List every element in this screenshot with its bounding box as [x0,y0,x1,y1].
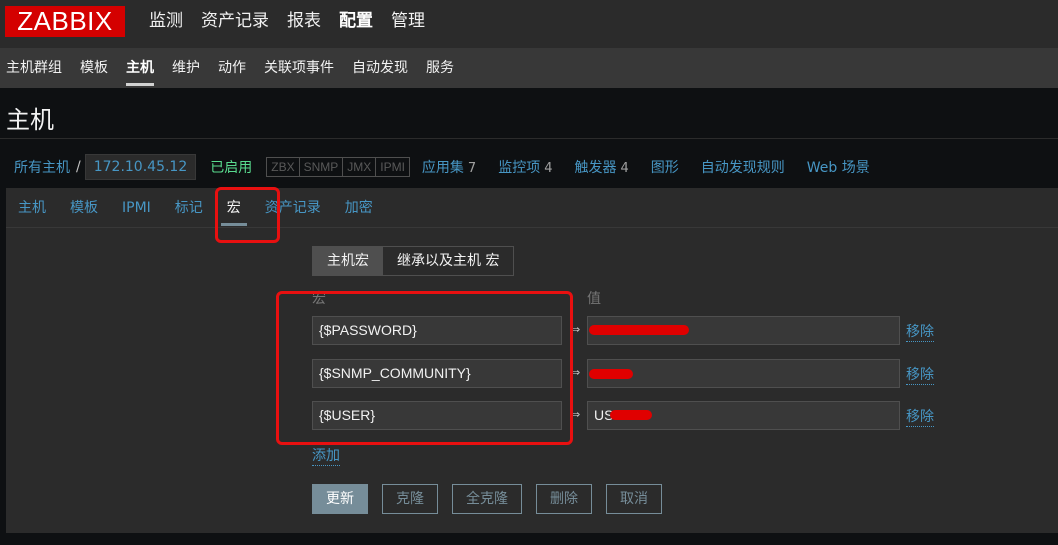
menu-reports[interactable]: 报表 [278,0,330,42]
submenu-hosts[interactable]: 主机 [120,48,160,88]
form-buttons: 更新 克隆 全克隆 删除 取消 [312,484,676,514]
remove-macro-button[interactable]: 移除 [906,406,934,427]
delete-button[interactable]: 删除 [536,484,592,514]
arrow-icon: ⇒ [571,366,581,379]
link-items[interactable]: 监控项 4 [498,157,552,177]
link-label: 图形 [650,160,679,176]
submenu-host-groups[interactable]: 主机群组 [0,48,68,88]
sub-menu: 主机群组 模板 主机 维护 动作 关联项事件 自动发现 服务 [0,48,1058,88]
full-clone-button[interactable]: 全克隆 [452,484,522,514]
submenu-services[interactable]: 服务 [420,48,460,88]
breadcrumb-all-hosts[interactable]: 所有主机 [14,157,70,177]
link-count: 4 [544,161,553,176]
interface-ipmi: IPMI [380,160,405,174]
submenu-maintenance[interactable]: 维护 [166,48,206,88]
tab-ipmi[interactable]: IPMI [110,188,163,228]
macro-value-input[interactable] [587,359,900,388]
macro-view-toggle: 主机宏 继承以及主机 宏 [312,246,515,276]
page-title: 主机 [6,106,54,134]
tab-inventory[interactable]: 资产记录 [253,188,333,228]
update-button[interactable]: 更新 [312,484,368,514]
breadcrumb-separator: / [76,159,81,175]
breadcrumb-host[interactable]: 172.10.45.12 [84,154,197,180]
link-label: 监控项 [498,160,541,176]
menu-inventory[interactable]: 资产记录 [192,0,278,42]
tab-macros[interactable]: 宏 [215,188,253,228]
host-macros-button[interactable]: 主机宏 [313,247,383,275]
value-column-header: 值 [587,291,601,307]
inherited-macros-button[interactable]: 继承以及主机 宏 [383,247,514,275]
link-count: 4 [620,161,629,176]
submenu-event-correlation[interactable]: 关联项事件 [258,48,340,88]
redaction-mark [589,369,633,379]
link-graphs[interactable]: 图形 [651,157,679,177]
cancel-button[interactable]: 取消 [606,484,662,514]
macro-name-input[interactable]: {$USER} [312,401,562,430]
macro-name-input[interactable]: {$PASSWORD} [312,316,562,345]
redaction-mark [589,325,689,335]
host-form: 主机 模板 IPMI 标记 宏 资产记录 加密 主机宏 继承以及主机 宏 宏 值… [6,188,1058,533]
interface-snmp: SNMP [300,158,344,176]
menu-monitoring[interactable]: 监测 [140,0,192,42]
link-discovery-rules[interactable]: 自动发现规则 [701,157,785,177]
zabbix-logo[interactable]: ZABBIX [5,6,125,37]
interface-zbx: ZBX [267,158,300,176]
arrow-icon: ⇒ [571,323,581,336]
link-triggers[interactable]: 触发器 4 [574,157,628,177]
tab-templates[interactable]: 模板 [58,188,110,228]
remove-macro-button[interactable]: 移除 [906,364,934,385]
submenu-templates[interactable]: 模板 [74,48,114,88]
arrow-icon: ⇒ [571,408,581,421]
link-label: 自动发现规则 [700,160,785,176]
main-menu: 监测 资产记录 报表 配置 管理 [140,0,434,48]
menu-administration[interactable]: 管理 [382,0,434,42]
link-applications[interactable]: 应用集 7 [422,157,476,177]
interface-badges: ZBX SNMP JMX IPMI [266,157,410,177]
interface-jmx: JMX [343,158,377,176]
link-count: 7 [467,161,477,176]
page-header: 主机 [0,88,1058,139]
submenu-discovery[interactable]: 自动发现 [346,48,414,88]
submenu-actions[interactable]: 动作 [212,48,252,88]
add-macro-link[interactable]: 添加 [312,445,340,466]
host-status-enabled[interactable]: 已启用 [210,157,252,177]
breadcrumb: 所有主机 / 172.10.45.12 已启用 ZBX SNMP JMX IPM… [0,148,1058,186]
tab-tags[interactable]: 标记 [163,188,215,228]
macro-name-input[interactable]: {$SNMP_COMMUNITY} [312,359,562,388]
form-tabs: 主机 模板 IPMI 标记 宏 资产记录 加密 [6,188,1058,228]
tab-encryption[interactable]: 加密 [333,188,385,228]
clone-button[interactable]: 克隆 [382,484,438,514]
link-label: Web 场景 [806,160,870,176]
macro-column-header: 宏 [312,291,326,307]
link-web-scenarios[interactable]: Web 场景 [807,157,870,177]
top-bar: ZABBIX 监测 资产记录 报表 配置 管理 [0,0,1058,48]
redaction-mark [610,410,652,420]
link-label: 触发器 [574,160,617,176]
menu-configuration[interactable]: 配置 [330,0,382,42]
tab-host[interactable]: 主机 [6,188,58,228]
remove-macro-button[interactable]: 移除 [906,321,934,342]
link-label: 应用集 [421,160,464,176]
